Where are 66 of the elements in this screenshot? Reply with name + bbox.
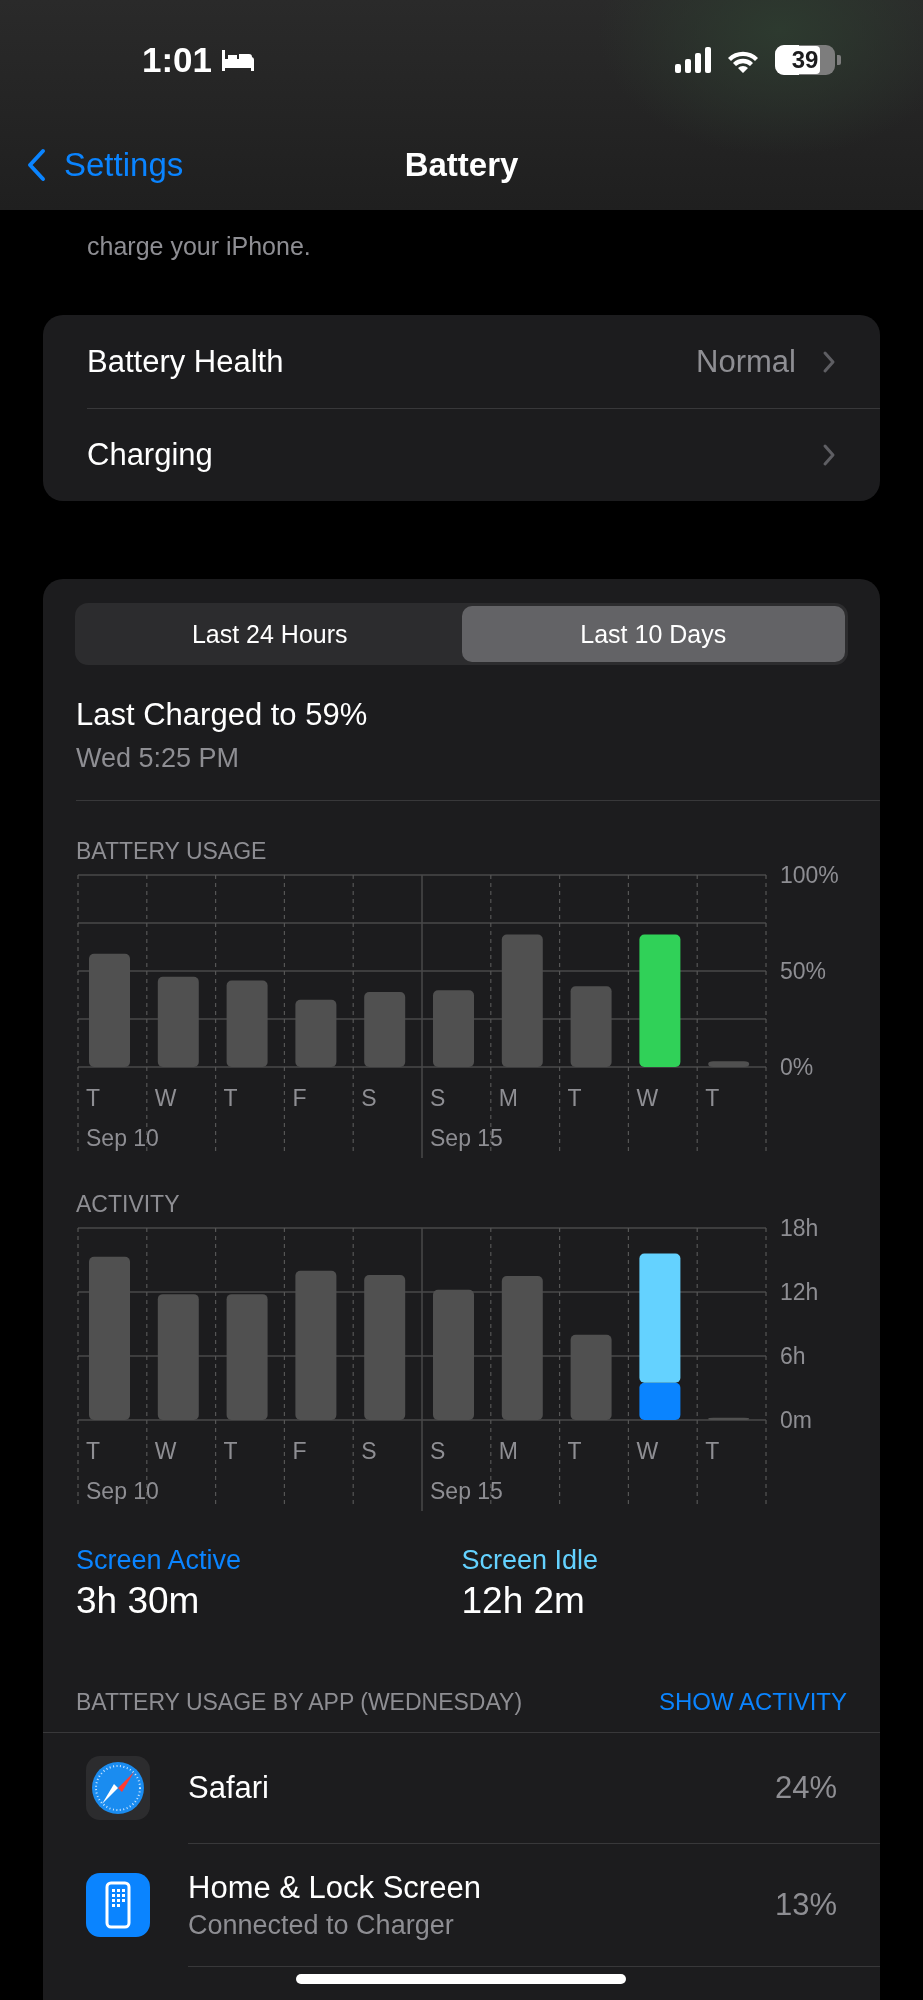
app-row[interactable]: Home & Lock Screen Connected to Charger 13% [43, 1843, 880, 1966]
segment-tab[interactable]: Last 10 Days [461, 606, 845, 662]
legend-label: Screen Active [76, 1545, 243, 1576]
date-label: Sep 10 [86, 1478, 159, 1504]
compass-icon [86, 1756, 150, 1820]
chevron-right-icon [822, 349, 836, 374]
day-label: T [223, 1085, 238, 1111]
back-button[interactable]: Settings [0, 146, 184, 184]
page-title: Battery [404, 146, 519, 184]
day-label: S [430, 1438, 446, 1464]
day-label: M [498, 1438, 518, 1464]
day-label: T [567, 1438, 582, 1464]
axis-label: 12h [780, 1279, 819, 1305]
usage-percent: 13% [774, 1887, 837, 1923]
duration-value: 3h 30m [76, 1580, 201, 1622]
settings-row[interactable]: Battery Health Normal [43, 315, 880, 408]
axis-label: 18h [780, 1216, 819, 1241]
axis-label: 100% [780, 863, 839, 888]
chart-bar [708, 1061, 750, 1067]
settings-row[interactable]: Charging [43, 408, 880, 501]
day-label: S [430, 1085, 446, 1111]
day-label: M [498, 1085, 518, 1111]
day-label: W [154, 1085, 177, 1111]
app-row[interactable]: Safari 24% [43, 1733, 880, 1843]
day-label: T [705, 1438, 720, 1464]
app-name: Safari [188, 1770, 269, 1806]
segment-tab[interactable]: Last 24 Hours [78, 606, 462, 662]
day-label: F [292, 1438, 307, 1464]
chart-bar [295, 999, 337, 1067]
bed-icon [220, 48, 257, 72]
chevron-left-icon [26, 148, 46, 182]
axis-label: 0m [780, 1407, 812, 1433]
show-activity-link[interactable]: SHOW ACTIVITY [659, 1688, 847, 1716]
signal-icon [675, 47, 711, 73]
day-label: T [223, 1438, 238, 1464]
day-label: T [705, 1085, 720, 1111]
axis-label: 50% [780, 958, 827, 984]
chart-title: BATTERY USAGE [76, 837, 268, 865]
date-label: Sep 10 [86, 1125, 159, 1151]
date-label: Sep 15 [430, 1125, 503, 1151]
day-label: T [567, 1085, 582, 1111]
description-text: charge your iPhone. [87, 231, 312, 262]
last-charged-text: Last Charged to 59% [76, 697, 369, 733]
day-label: S [361, 1085, 377, 1111]
day-label: W [636, 1438, 659, 1464]
day-label: T [86, 1085, 101, 1111]
phone-icon [86, 1872, 150, 1937]
last-charged-time: Wed 5:25 PM [76, 743, 241, 774]
chart-bar [708, 1417, 750, 1420]
app-name: Home & Lock Screen [188, 1869, 481, 1906]
day-label: W [636, 1085, 659, 1111]
duration-value: 12h 2m [461, 1580, 586, 1622]
date-label: Sep 15 [430, 1478, 503, 1504]
day-label: T [86, 1438, 101, 1464]
axis-label: 0% [780, 1054, 814, 1080]
chevron-right-icon [822, 442, 836, 467]
chart-title: ACTIVITY [76, 1190, 181, 1218]
status-time: 1:01 [142, 40, 213, 80]
legend-label: Screen Idle [461, 1545, 600, 1576]
day-label: W [154, 1438, 177, 1464]
day-label: F [292, 1085, 307, 1111]
section-header: BATTERY USAGE BY APP (WEDNESDAY) [76, 1688, 523, 1716]
axis-label: 6h [780, 1343, 806, 1369]
usage-percent: 24% [774, 1770, 837, 1806]
day-label: S [361, 1438, 377, 1464]
app-detail: Connected to Charger [188, 1909, 455, 1941]
